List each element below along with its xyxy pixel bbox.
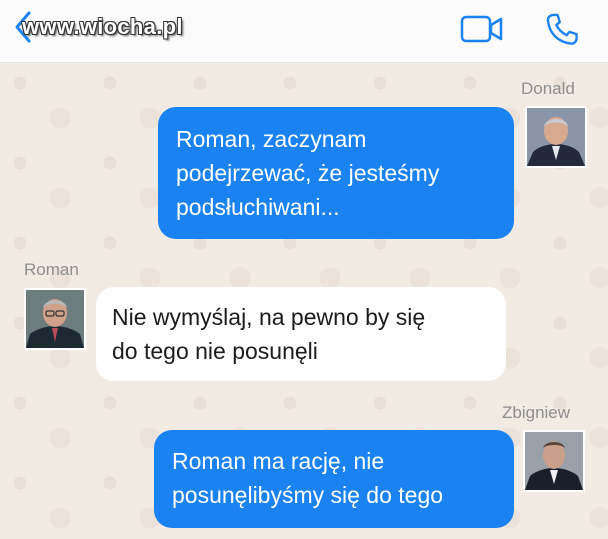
message-line: podejrzewać, że jesteśmy [176,160,440,186]
avatar-photo [26,290,84,348]
message-line: Roman ma rację, nie [172,448,385,474]
phone-icon[interactable] [543,11,581,49]
chat-header: www.wiocha.pl [0,0,608,63]
message-line: posunęlibyśmy się do tego [172,482,444,508]
avatar [525,106,587,168]
video-camera-icon[interactable] [460,14,504,44]
message-bubble[interactable]: Nie wymyślaj, na pewno by się do tego ni… [96,287,506,381]
avatar [523,430,585,492]
sender-name: Donald [521,79,575,98]
message-line: podsłuchiwani... [176,194,340,220]
avatar [24,288,86,350]
sender-name: Zbigniew [502,403,571,422]
chat-screen: www.wiocha.pl Donald Roman, zaczynam pod… [0,0,608,539]
message-list: Donald Roman, zaczynam podejrzewać, że j… [0,63,608,539]
avatar-photo [525,432,583,490]
watermark-text: www.wiocha.pl [22,14,183,39]
avatar-photo [527,108,585,166]
message-bubble[interactable]: Roman ma rację, nie posunęlibyśmy się do… [154,430,514,528]
message-line: Nie wymyślaj, na pewno by się [112,304,426,330]
sender-name: Roman [24,260,79,279]
message-line: Roman, zaczynam [176,126,367,152]
message-line: do tego nie posunęli [112,338,318,364]
message-bubble[interactable]: Roman, zaczynam podejrzewać, że jesteśmy… [158,107,514,239]
